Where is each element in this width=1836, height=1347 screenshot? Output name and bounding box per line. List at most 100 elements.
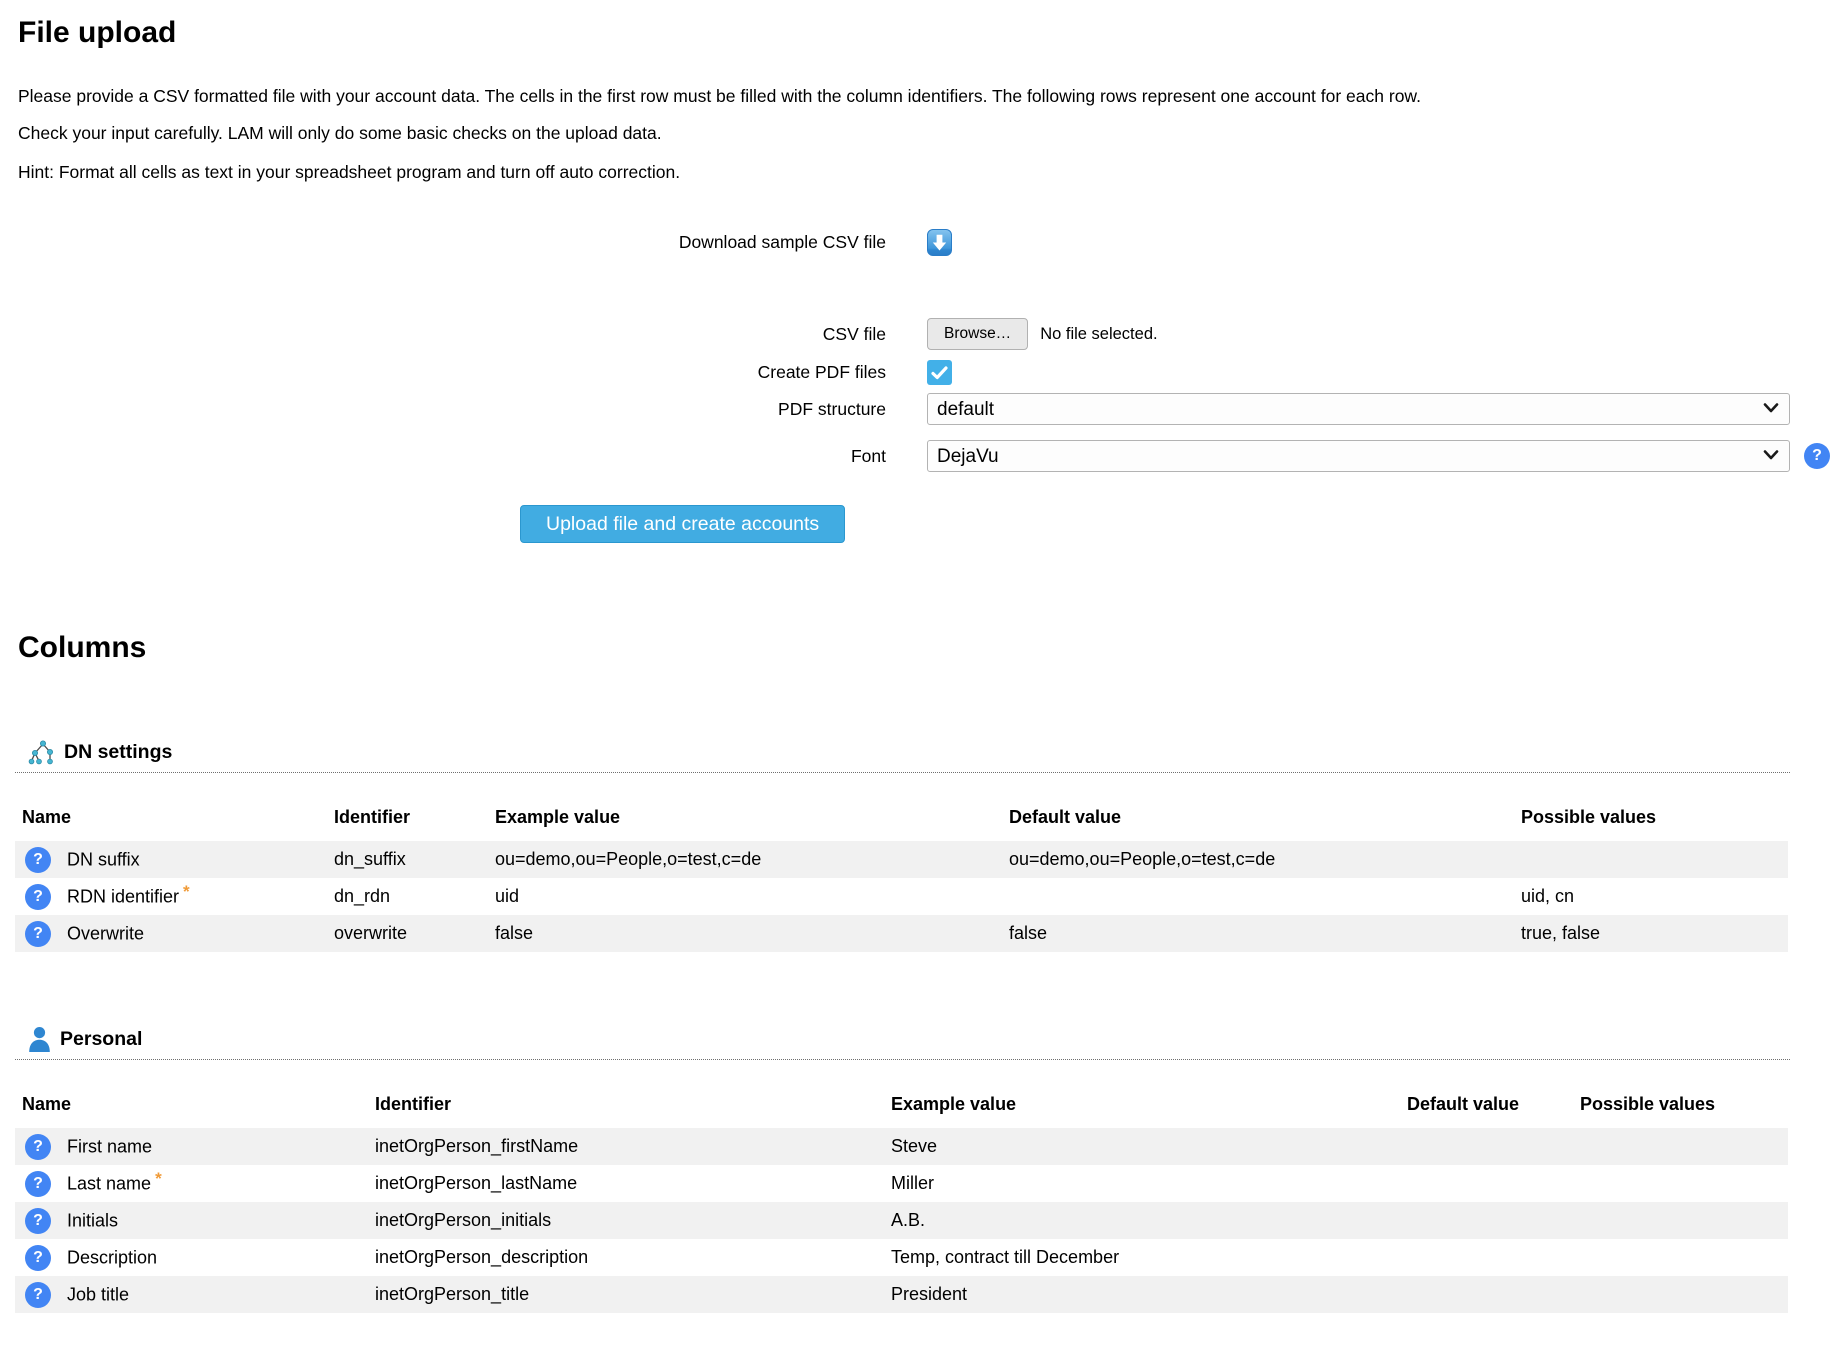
no-file-text: No file selected. <box>1040 325 1157 344</box>
table-cell: ou=demo,ou=People,o=test,c=de <box>495 841 1009 878</box>
table-cell: uid, cn <box>1521 878 1788 915</box>
table-cell <box>1580 1165 1788 1202</box>
tree-icon <box>28 739 55 765</box>
table-cell: false <box>495 915 1009 952</box>
csv-file-label: CSV file <box>15 324 886 345</box>
csv-file-row: CSV file Browse… No file selected. <box>15 318 1790 350</box>
upload-form: Download sample CSV file <box>15 229 1790 543</box>
column-name: Description <box>67 1247 157 1267</box>
create-pdf-label: Create PDF files <box>15 362 886 383</box>
page-title: File upload <box>18 16 1790 50</box>
table-cell <box>1580 1239 1788 1276</box>
name-cell: ? Initials <box>15 1202 375 1239</box>
name-cell: ? Description <box>15 1239 375 1276</box>
table-cell <box>1521 841 1788 878</box>
table-cell: Temp, contract till December <box>891 1239 1407 1276</box>
intro-line-1: Please provide a CSV formatted file with… <box>18 78 1790 115</box>
table-cell: President <box>891 1276 1407 1313</box>
help-icon[interactable]: ? <box>25 1171 51 1197</box>
pdf-structure-row: PDF structure default <box>15 393 1790 425</box>
table-cell: true, false <box>1521 915 1788 952</box>
table-row: ?DN suffixdn_suffixou=demo,ou=People,o=t… <box>15 841 1788 878</box>
download-icon[interactable] <box>927 229 952 256</box>
table-cell <box>1580 1202 1788 1239</box>
create-pdf-checkbox[interactable] <box>927 360 952 385</box>
dn-settings-table: NameIdentifierExample valueDefault value… <box>15 807 1788 952</box>
table-cell <box>1407 1165 1580 1202</box>
help-icon[interactable]: ? <box>25 847 51 873</box>
personal-header: Personal <box>15 1026 1790 1060</box>
table-cell: inetOrgPerson_description <box>375 1239 891 1276</box>
browse-button[interactable]: Browse… <box>927 318 1028 350</box>
column-header: Identifier <box>334 807 495 841</box>
table-row: ?Overwriteoverwritefalsefalsetrue, false <box>15 915 1788 952</box>
column-header: Possible values <box>1521 807 1788 841</box>
group-title: Personal <box>60 1028 142 1051</box>
pdf-structure-label: PDF structure <box>15 399 886 420</box>
pdf-structure-select[interactable]: default <box>927 393 1790 425</box>
columns-title: Columns <box>18 631 1790 665</box>
font-row: Font DejaVu ? <box>15 440 1790 472</box>
table-row: ?InitialsinetOrgPerson_initialsA.B. <box>15 1202 1788 1239</box>
table-cell: Steve <box>891 1128 1407 1165</box>
table-row: ?RDN identifier*dn_rdnuiduid, cn <box>15 878 1788 915</box>
column-header: Possible values <box>1580 1094 1788 1128</box>
table-cell: inetOrgPerson_firstName <box>375 1128 891 1165</box>
table-cell: inetOrgPerson_title <box>375 1276 891 1313</box>
download-sample-label: Download sample CSV file <box>15 232 886 253</box>
column-name: First name <box>67 1136 152 1156</box>
table-cell <box>1407 1128 1580 1165</box>
help-icon[interactable]: ? <box>25 1282 51 1308</box>
name-cell: ? Job title <box>15 1276 375 1313</box>
column-name: Last name <box>67 1173 151 1193</box>
table-row: ? Description inetOrgPerson_descriptionTem… <box>15 1239 1788 1276</box>
hint-text: Hint: Format all cells as text in your s… <box>18 162 1790 183</box>
table-cell <box>1009 878 1521 915</box>
column-name: DN suffix <box>67 849 140 869</box>
help-icon[interactable]: ? <box>25 921 51 947</box>
table-row: ? First name inetOrgPerson_firstNameSteve <box>15 1128 1788 1165</box>
help-icon[interactable]: ? <box>25 1245 51 1271</box>
column-header: Name <box>15 1094 375 1128</box>
table-cell: ou=demo,ou=People,o=test,c=de <box>1009 841 1521 878</box>
group-title: DN settings <box>64 741 172 764</box>
dn-settings-header: DN settings <box>15 739 1790 773</box>
font-label: Font <box>15 446 886 467</box>
column-header: Default value <box>1407 1094 1580 1128</box>
help-icon[interactable]: ? <box>25 1208 51 1234</box>
font-help-icon[interactable]: ? <box>1804 443 1830 469</box>
column-header: Default value <box>1009 807 1521 841</box>
name-cell: ? First name <box>15 1128 375 1165</box>
column-header: Example value <box>891 1094 1407 1128</box>
column-name: Initials <box>67 1210 118 1230</box>
personal-table: NameIdentifierExample valueDefault value… <box>15 1094 1788 1313</box>
upload-button[interactable]: Upload file and create accounts <box>520 505 845 543</box>
table-cell <box>1407 1202 1580 1239</box>
font-select[interactable]: DejaVu <box>927 440 1790 472</box>
table-cell: A.B. <box>891 1202 1407 1239</box>
table-cell: dn_rdn <box>334 878 495 915</box>
required-asterisk: * <box>183 882 190 901</box>
table-row: ? Last name* inetOrgPerson_lastNameMiller <box>15 1165 1788 1202</box>
required-asterisk: * <box>155 1169 162 1188</box>
intro-line-2: Check your input carefully. LAM will onl… <box>18 115 1790 152</box>
column-name: Job title <box>67 1284 129 1304</box>
help-icon[interactable]: ? <box>25 884 51 910</box>
table-cell <box>1580 1128 1788 1165</box>
personal-section: Personal NameIdentifierExample valueDefa… <box>15 1026 1790 1313</box>
column-name: Overwrite <box>67 923 144 943</box>
download-sample-row: Download sample CSV file <box>15 229 1790 256</box>
column-header: Identifier <box>375 1094 891 1128</box>
file-upload-page: File upload Please provide a CSV formatt… <box>0 16 1836 1319</box>
table-cell <box>1580 1276 1788 1313</box>
table-cell: inetOrgPerson_lastName <box>375 1165 891 1202</box>
name-cell: ? DN suffix <box>15 841 334 878</box>
help-icon[interactable]: ? <box>25 1134 51 1160</box>
table-cell: Miller <box>891 1165 1407 1202</box>
column-header: Name <box>15 807 334 841</box>
name-cell: ?RDN identifier* <box>15 878 334 915</box>
dn-settings-section: DN settings NameIdentifierExample valueD… <box>15 739 1790 952</box>
table-cell: dn_suffix <box>334 841 495 878</box>
table-cell: overwrite <box>334 915 495 952</box>
person-icon <box>28 1026 51 1052</box>
